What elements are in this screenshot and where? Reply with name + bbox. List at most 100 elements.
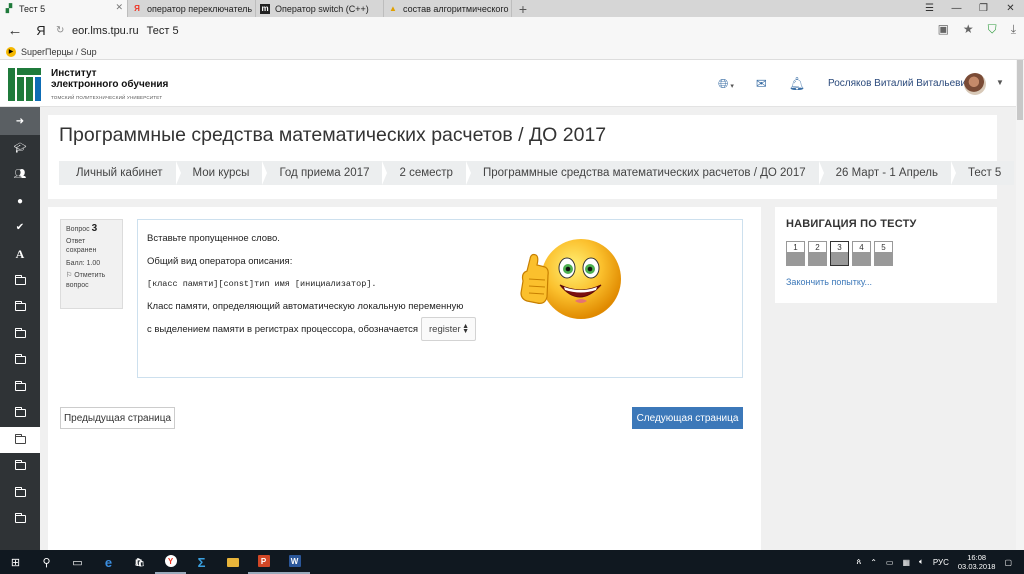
- sidebar-folder-icon[interactable]: [0, 506, 40, 533]
- quiz-page-button[interactable]: 2: [808, 241, 827, 266]
- windows-start-icon[interactable]: ⊞: [0, 550, 31, 574]
- browser-tab-switch-cpp[interactable]: m Оператор switch (C++): [256, 0, 384, 17]
- clock[interactable]: 16:08 03.03.2018: [958, 553, 996, 571]
- notifications-icon[interactable]: ▢: [1004, 558, 1012, 567]
- close-window-button[interactable]: ✕: [997, 0, 1024, 17]
- site-favicon-icon: m: [260, 3, 270, 14]
- windows-taskbar: ⊞ ⚲ ▭ e 🛍︎ Y Σ P W ጰ ⌃ ▭ ▦ 🔈︎ РУС 16:08 …: [0, 550, 1024, 574]
- messages-envelope-icon[interactable]: ✉: [756, 76, 767, 92]
- edge-icon[interactable]: e: [93, 550, 124, 574]
- answer-select-value: register: [429, 323, 461, 335]
- question-line: Класс памяти, определяющий автоматическу…: [147, 301, 464, 312]
- store-icon[interactable]: 🛍︎: [124, 550, 155, 574]
- protect-shield-icon[interactable]: ⛉: [988, 22, 997, 37]
- brand-line2: электронного обучения: [51, 79, 169, 90]
- breadcrumb-item[interactable]: 26 Март - 1 Апрель: [819, 161, 957, 185]
- question-text-box: Вставьте пропущенное слово. Общий вид оп…: [137, 219, 743, 378]
- user-name[interactable]: Росляков Виталий Витальевич: [828, 78, 971, 89]
- sidebar-toggle-icon[interactable]: ➜: [0, 107, 40, 135]
- language-globe-icon[interactable]: 🌐︎ ▾: [718, 76, 734, 92]
- institute-brand: Институт электронного обучения ТОМСКИЙ П…: [51, 68, 168, 100]
- select-arrows-icon: ▲ ▼: [462, 323, 469, 335]
- sidebar-check-circle-icon[interactable]: ✔: [0, 215, 40, 242]
- tabs-menu-icon[interactable]: ☰: [916, 0, 943, 17]
- close-tab-icon[interactable]: ✕: [115, 2, 123, 13]
- quiz-page-button[interactable]: 5: [874, 241, 893, 266]
- breadcrumb-item[interactable]: Программные средства математических расч…: [466, 161, 824, 185]
- browser-tab-yandex-search[interactable]: Я оператор переключатель с: [128, 0, 256, 17]
- next-page-button[interactable]: Следующая страница: [632, 407, 743, 429]
- powerpoint-icon[interactable]: P: [248, 550, 279, 574]
- sidebar-folder-icon[interactable]: [0, 347, 40, 374]
- quiz-page-buttons: 1 2 3 4 5: [786, 241, 893, 266]
- back-arrow-icon[interactable]: ←: [0, 22, 30, 39]
- bookmark-favicon-icon: ▶: [6, 46, 16, 57]
- sidebar-folder-icon[interactable]: [0, 268, 40, 295]
- breadcrumb-item[interactable]: Личный кабинет: [59, 161, 181, 185]
- download-icon[interactable]: ⤓: [1011, 22, 1016, 37]
- finish-attempt-link[interactable]: Закончить попытку...: [786, 277, 872, 287]
- brand-line3: ТОМСКИЙ ПОЛИТЕХНИЧЕСКИЙ УНИВЕРСИТЕТ: [51, 95, 163, 100]
- task-view-icon[interactable]: ▭: [62, 550, 93, 574]
- new-tab-button[interactable]: +: [512, 0, 534, 17]
- chevron-down-icon[interactable]: ▼: [996, 78, 1004, 87]
- answer-select[interactable]: register ▲ ▼: [421, 317, 476, 341]
- language-indicator[interactable]: РУС: [933, 558, 949, 567]
- question-label: Вопрос: [66, 226, 90, 233]
- sidebar-folder-icon[interactable]: [0, 453, 40, 480]
- url-field[interactable]: ↻ eor.lms.tpu.ru Тест 5: [56, 21, 936, 41]
- browser-tab-strip: ▞ Тест 5 ✕ Я оператор переключатель с m …: [0, 0, 1024, 17]
- url-page-title: Тест 5: [146, 24, 179, 37]
- sidebar-folder-icon[interactable]: [0, 480, 40, 507]
- bookmark-item[interactable]: SuperПерцы / Sup: [21, 47, 97, 57]
- battery-icon[interactable]: ▭: [886, 558, 894, 567]
- sidebar-folder-icon[interactable]: [0, 374, 40, 401]
- previous-page-button[interactable]: Предыдущая страница: [60, 407, 175, 429]
- quiz-page-button[interactable]: 4: [852, 241, 871, 266]
- sidebar-folder-icon[interactable]: [0, 321, 40, 348]
- browser-tab-test5[interactable]: ▞ Тест 5 ✕: [0, 0, 128, 17]
- quiz-page-button[interactable]: 1: [786, 241, 805, 266]
- visual-studio-icon[interactable]: Σ: [186, 550, 217, 574]
- tray-up-chevron-icon[interactable]: ⌃: [870, 558, 877, 567]
- browser-tab-algorithm[interactable]: ▲ состав алгоритмического я: [384, 0, 512, 17]
- yandex-logo-icon[interactable]: Я: [30, 23, 52, 38]
- sidebar-folder-icon[interactable]: [0, 294, 40, 321]
- breadcrumb-item[interactable]: Мои курсы: [176, 161, 268, 185]
- page-scrollbar[interactable]: [1016, 60, 1024, 550]
- page-number: 3: [837, 243, 842, 252]
- notifications-bell-icon[interactable]: 🔔︎: [789, 76, 806, 92]
- breadcrumb-item[interactable]: 2 семестр: [382, 161, 472, 185]
- sidebar-folder-icon-active[interactable]: [0, 426, 40, 453]
- clock-date: 03.03.2018: [957, 562, 996, 571]
- breadcrumb-item[interactable]: Год приема 2017: [262, 161, 388, 185]
- reload-icon[interactable]: ↻: [56, 25, 72, 36]
- flag-question-button[interactable]: ⚐ Отметить вопрос: [66, 271, 117, 290]
- breadcrumb-item[interactable]: Тест 5: [951, 161, 1014, 185]
- flag-icon: ⚐: [66, 272, 73, 279]
- quiz-page-button-current[interactable]: 3: [830, 241, 849, 266]
- network-icon[interactable]: ▦: [902, 558, 910, 567]
- restore-button[interactable]: ❐: [970, 0, 997, 17]
- institute-logo[interactable]: [8, 68, 41, 101]
- quiz-navigation-title: НАВИГАЦИЯ ПО ТЕСТУ: [786, 218, 917, 230]
- question-line: Вставьте пропущенное слово.: [147, 233, 280, 244]
- window-controls: ☰ — ❐ ✕: [916, 0, 1024, 17]
- sidebar-circle-icon[interactable]: ●: [0, 188, 40, 215]
- minimize-button[interactable]: —: [943, 0, 970, 17]
- sidebar-folder-icon[interactable]: [0, 400, 40, 427]
- yandex-browser-icon[interactable]: Y: [155, 550, 186, 574]
- flag-question-label: Отметить вопрос: [66, 272, 106, 289]
- avatar[interactable]: [964, 73, 986, 95]
- sidebar-font-icon[interactable]: A: [0, 241, 40, 268]
- tableau-icon[interactable]: ▣: [938, 22, 949, 37]
- word-icon[interactable]: W: [279, 550, 310, 574]
- explorer-folder-icon[interactable]: [217, 550, 248, 574]
- sidebar-graduation-cap-icon[interactable]: 🎓︎: [0, 135, 40, 162]
- volume-icon[interactable]: 🔈︎: [919, 557, 924, 567]
- question-status: Ответ сохранен: [66, 237, 97, 255]
- person-icon[interactable]: ጰ: [856, 557, 861, 567]
- star-icon[interactable]: ★: [963, 22, 974, 37]
- sidebar-users-icon[interactable]: 👥︎: [0, 162, 40, 189]
- search-icon[interactable]: ⚲: [31, 550, 62, 574]
